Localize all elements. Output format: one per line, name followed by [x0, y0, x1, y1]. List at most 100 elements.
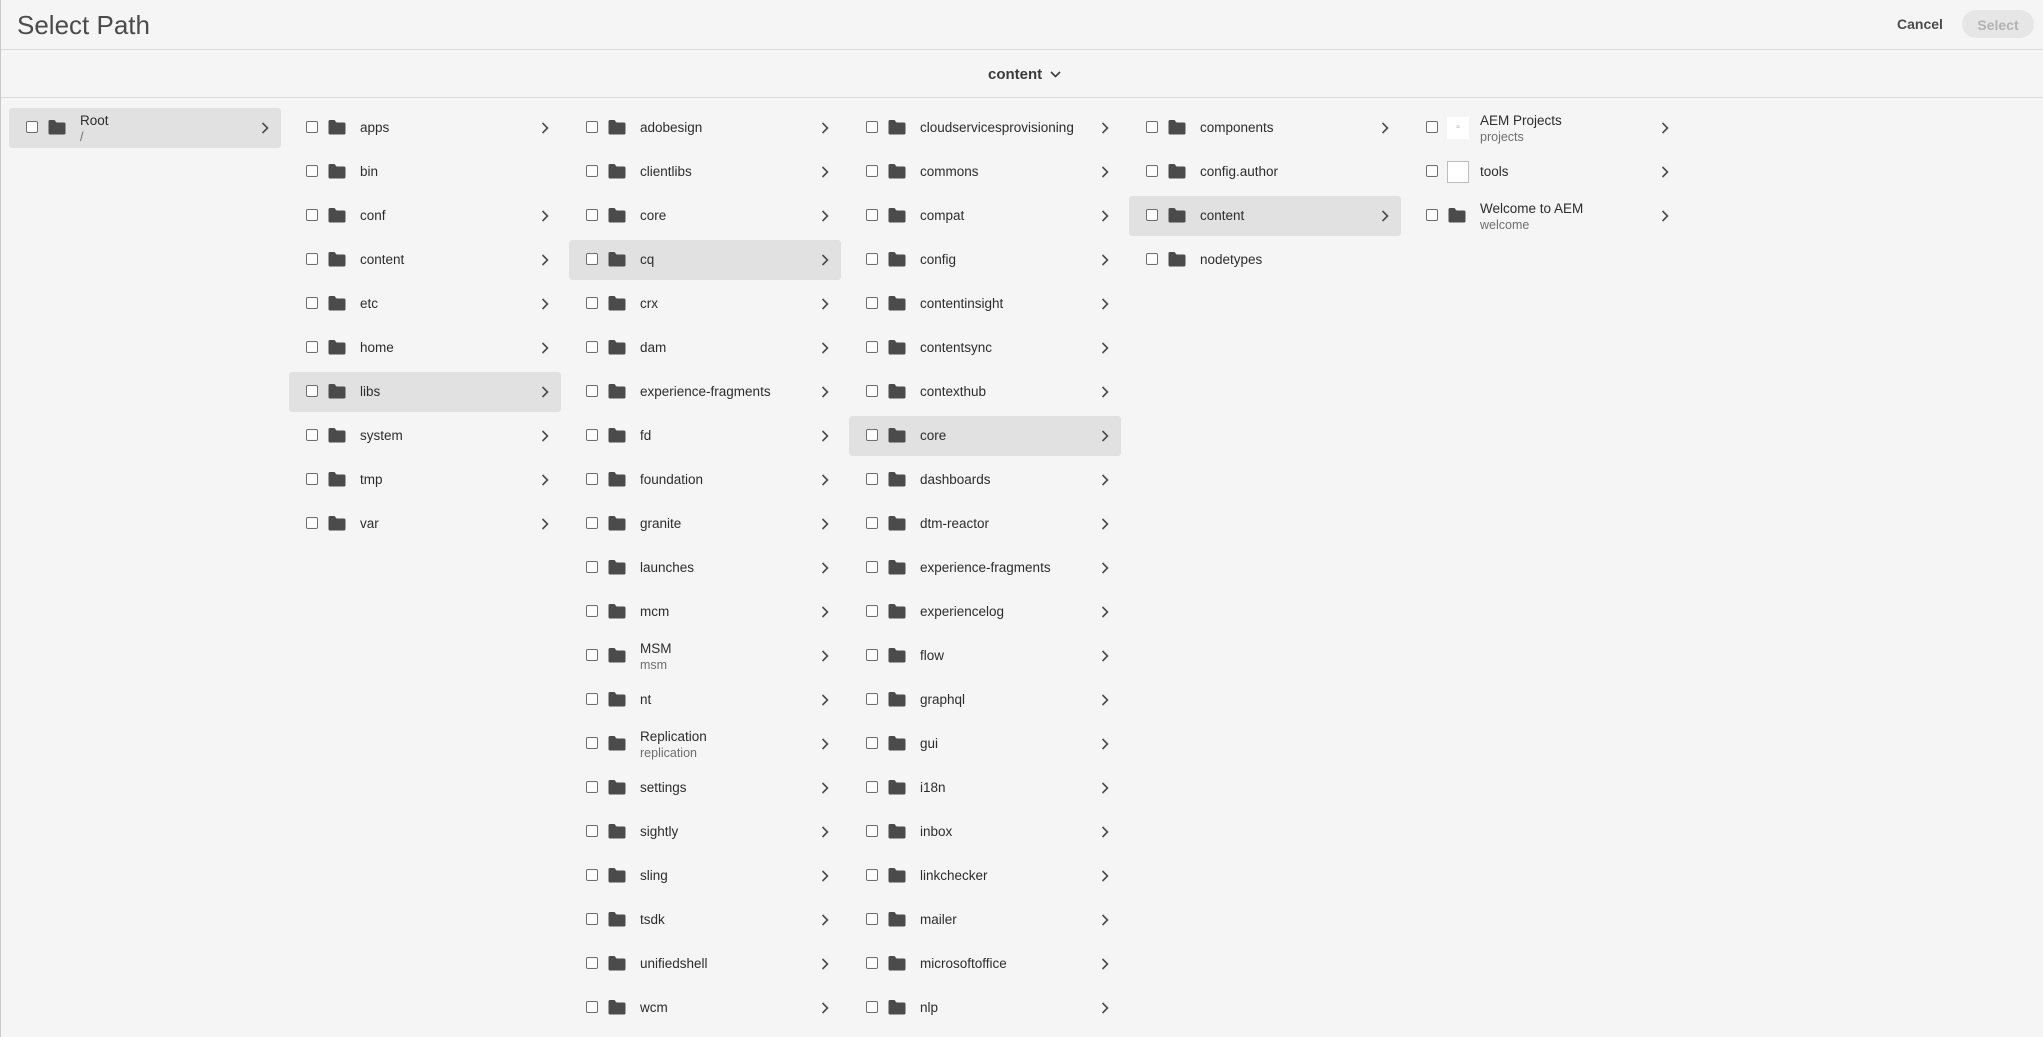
- item-checkbox[interactable]: [586, 385, 598, 397]
- item-checkbox[interactable]: [306, 517, 318, 529]
- column-item-mcm[interactable]: mcm: [569, 592, 841, 632]
- chevron-right-icon[interactable]: [821, 386, 829, 398]
- column-item-contentinsight[interactable]: contentinsight: [849, 284, 1121, 324]
- chevron-right-icon[interactable]: [821, 826, 829, 838]
- item-checkbox[interactable]: [586, 737, 598, 749]
- column-item-microsoftoffice[interactable]: microsoftoffice: [849, 944, 1121, 984]
- column-item-contentsync[interactable]: contentsync: [849, 328, 1121, 368]
- item-checkbox[interactable]: [306, 253, 318, 265]
- column-item-content[interactable]: content: [289, 240, 561, 280]
- column-item-dashboards[interactable]: dashboards: [849, 460, 1121, 500]
- item-checkbox[interactable]: [306, 121, 318, 133]
- column-item-apps[interactable]: apps: [289, 108, 561, 148]
- column-item-content[interactable]: content: [1129, 196, 1401, 236]
- item-checkbox[interactable]: [586, 517, 598, 529]
- item-checkbox[interactable]: [1426, 209, 1438, 221]
- chevron-right-icon[interactable]: [541, 254, 549, 266]
- column-item-compat[interactable]: compat: [849, 196, 1121, 236]
- item-checkbox[interactable]: [306, 429, 318, 441]
- chevron-right-icon[interactable]: [1381, 122, 1389, 134]
- column-item-home[interactable]: home: [289, 328, 561, 368]
- chevron-right-icon[interactable]: [1101, 1002, 1109, 1014]
- item-checkbox[interactable]: [586, 649, 598, 661]
- item-checkbox[interactable]: [866, 957, 878, 969]
- column-item-adobesign[interactable]: adobesign: [569, 108, 841, 148]
- item-checkbox[interactable]: [306, 341, 318, 353]
- item-checkbox[interactable]: [586, 341, 598, 353]
- item-checkbox[interactable]: [586, 429, 598, 441]
- chevron-right-icon[interactable]: [1381, 210, 1389, 222]
- column-item-cloudservicesprovisioning[interactable]: cloudservicesprovisioning: [849, 108, 1121, 148]
- column-item-welcome-to-aem[interactable]: Welcome to AEM welcome: [1409, 196, 1681, 236]
- chevron-right-icon[interactable]: [1101, 782, 1109, 794]
- item-checkbox[interactable]: [866, 1001, 878, 1013]
- path-dropdown[interactable]: content: [988, 63, 1061, 85]
- chevron-right-icon[interactable]: [1101, 210, 1109, 222]
- item-checkbox[interactable]: [586, 913, 598, 925]
- column-item-graphql[interactable]: graphql: [849, 680, 1121, 720]
- chevron-right-icon[interactable]: [541, 122, 549, 134]
- item-checkbox[interactable]: [586, 1001, 598, 1013]
- column-item-config[interactable]: config: [849, 240, 1121, 280]
- column-item-crx[interactable]: crx: [569, 284, 841, 324]
- cancel-button[interactable]: Cancel: [1889, 11, 1951, 37]
- chevron-right-icon[interactable]: [821, 254, 829, 266]
- chevron-right-icon[interactable]: [821, 694, 829, 706]
- item-checkbox[interactable]: [586, 561, 598, 573]
- item-checkbox[interactable]: [586, 957, 598, 969]
- column-item-settings[interactable]: settings: [569, 768, 841, 808]
- chevron-right-icon[interactable]: [1661, 166, 1669, 178]
- item-checkbox[interactable]: [866, 165, 878, 177]
- column-item-msm[interactable]: MSM msm: [569, 636, 841, 676]
- column-item-contexthub[interactable]: contexthub: [849, 372, 1121, 412]
- column-item-dam[interactable]: dam: [569, 328, 841, 368]
- column-item-cq[interactable]: cq: [569, 240, 841, 280]
- chevron-right-icon[interactable]: [1101, 254, 1109, 266]
- chevron-right-icon[interactable]: [821, 298, 829, 310]
- column-item-libs[interactable]: libs: [289, 372, 561, 412]
- chevron-right-icon[interactable]: [1101, 606, 1109, 618]
- chevron-right-icon[interactable]: [1101, 518, 1109, 530]
- item-checkbox[interactable]: [866, 913, 878, 925]
- chevron-right-icon[interactable]: [1101, 650, 1109, 662]
- select-button[interactable]: Select: [1962, 10, 2034, 38]
- chevron-right-icon[interactable]: [821, 650, 829, 662]
- column-item-aem-projects[interactable]: ▫ AEM Projects projects: [1409, 108, 1681, 148]
- column-item-unifiedshell[interactable]: unifiedshell: [569, 944, 841, 984]
- chevron-right-icon[interactable]: [541, 210, 549, 222]
- column-item-tsdk[interactable]: tsdk: [569, 900, 841, 940]
- column-item-flow[interactable]: flow: [849, 636, 1121, 676]
- item-checkbox[interactable]: [306, 209, 318, 221]
- column-item-clientlibs[interactable]: clientlibs: [569, 152, 841, 192]
- item-checkbox[interactable]: [586, 473, 598, 485]
- chevron-right-icon[interactable]: [541, 474, 549, 486]
- item-checkbox[interactable]: [866, 517, 878, 529]
- chevron-right-icon[interactable]: [261, 122, 269, 134]
- chevron-right-icon[interactable]: [821, 914, 829, 926]
- chevron-right-icon[interactable]: [1661, 122, 1669, 134]
- chevron-right-icon[interactable]: [821, 210, 829, 222]
- chevron-right-icon[interactable]: [541, 386, 549, 398]
- column-item-linkchecker[interactable]: linkchecker: [849, 856, 1121, 896]
- chevron-right-icon[interactable]: [1101, 430, 1109, 442]
- chevron-right-icon[interactable]: [541, 518, 549, 530]
- item-checkbox[interactable]: [586, 297, 598, 309]
- item-checkbox[interactable]: [586, 209, 598, 221]
- item-checkbox[interactable]: [866, 385, 878, 397]
- item-checkbox[interactable]: [866, 693, 878, 705]
- chevron-right-icon[interactable]: [1101, 562, 1109, 574]
- chevron-right-icon[interactable]: [821, 430, 829, 442]
- chevron-right-icon[interactable]: [1101, 386, 1109, 398]
- chevron-right-icon[interactable]: [1101, 870, 1109, 882]
- column-item-system[interactable]: system: [289, 416, 561, 456]
- item-checkbox[interactable]: [586, 869, 598, 881]
- column-item-core[interactable]: core: [849, 416, 1121, 456]
- item-checkbox[interactable]: [306, 473, 318, 485]
- column-item-gui[interactable]: gui: [849, 724, 1121, 764]
- chevron-right-icon[interactable]: [821, 870, 829, 882]
- column-item-config-author[interactable]: config.author: [1129, 152, 1401, 192]
- item-checkbox[interactable]: [866, 429, 878, 441]
- column-item-nlp[interactable]: nlp: [849, 988, 1121, 1028]
- item-checkbox[interactable]: [26, 121, 38, 133]
- chevron-right-icon[interactable]: [1101, 738, 1109, 750]
